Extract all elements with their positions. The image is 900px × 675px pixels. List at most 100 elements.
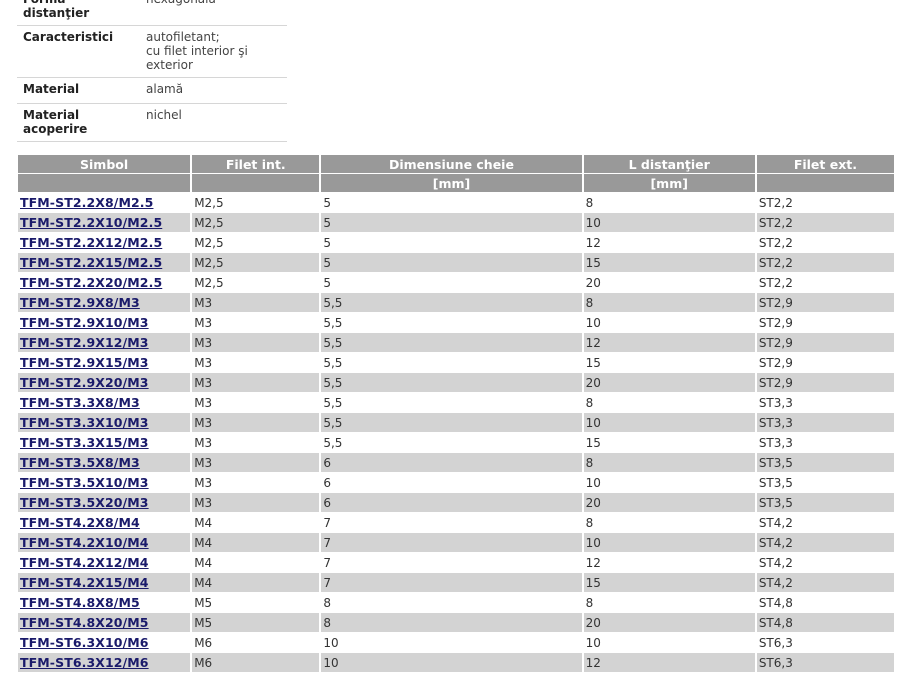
- cell-l-distantier: 12: [585, 555, 601, 570]
- cell-filet-ext: ST2,2: [756, 213, 894, 232]
- cell-simbol: TFM-ST2.9X10/M3: [18, 313, 190, 332]
- cell-simbol: TFM-ST2.9X15/M3: [18, 353, 190, 372]
- product-link[interactable]: TFM-ST2.9X10/M3: [20, 315, 149, 330]
- product-link[interactable]: TFM-ST2.9X8/M3: [20, 295, 140, 310]
- cell-dimensiune-cheie: 8: [323, 595, 331, 610]
- cell-filet-int: M3: [194, 315, 213, 330]
- property-row: Material alamă: [17, 77, 287, 104]
- cell-l-distantier: 8: [583, 293, 755, 312]
- cell-filet-int: M4: [192, 573, 320, 592]
- property-value: nichel: [140, 103, 287, 142]
- unit-filet-int: [192, 174, 320, 192]
- product-link[interactable]: TFM-ST2.9X12/M3: [20, 335, 149, 350]
- cell-filet-ext: ST2,9: [758, 315, 793, 330]
- table-row: TFM-ST3.3X8/M3 M3 5,5 8 ST3,3: [18, 393, 894, 412]
- product-link[interactable]: TFM-ST2.2X20/M2.5: [20, 275, 162, 290]
- cell-l-distantier: 15: [585, 435, 601, 450]
- unit-dimensiune-cheie: [mm]: [321, 174, 582, 192]
- product-link[interactable]: TFM-ST2.2X8/M2.5: [20, 195, 153, 210]
- cell-filet-int: M2,5: [192, 213, 320, 232]
- cell-simbol: TFM-ST4.2X12/M4: [18, 553, 190, 572]
- cell-filet-int: M3: [194, 475, 213, 490]
- cell-dimensiune-cheie: 6: [323, 475, 331, 490]
- product-link[interactable]: TFM-ST4.2X8/M4: [20, 515, 140, 530]
- header-simbol: Simbol: [18, 155, 191, 173]
- product-link[interactable]: TFM-ST3.5X20/M3: [20, 495, 149, 510]
- property-value-line: hexagonală: [146, 0, 281, 6]
- property-value: hexagonală: [140, 0, 287, 26]
- table-row: TFM-ST2.9X10/M3 M3 5,5 10 ST2,9: [18, 313, 894, 332]
- cell-dimensiune-cheie: 5: [323, 195, 331, 210]
- product-link[interactable]: TFM-ST2.2X10/M2.5: [20, 215, 162, 230]
- cell-filet-ext: ST4,8: [756, 613, 894, 632]
- cell-filet-ext: ST3,3: [758, 395, 793, 410]
- table-row: TFM-ST2.9X8/M3 M3 5,5 8 ST2,9: [18, 293, 894, 312]
- cell-simbol: TFM-ST3.3X10/M3: [18, 413, 191, 432]
- cell-simbol: TFM-ST4.2X10/M4: [18, 533, 191, 552]
- cell-l-distantier: 8: [583, 453, 755, 472]
- product-link[interactable]: TFM-ST4.8X20/M5: [20, 615, 149, 630]
- cell-filet-ext: ST2,9: [758, 355, 793, 370]
- cell-dimensiune-cheie: 5,5: [323, 435, 343, 450]
- cell-simbol: TFM-ST6.3X10/M6: [18, 633, 190, 652]
- product-link[interactable]: TFM-ST4.2X12/M4: [20, 555, 149, 570]
- property-row: Material acoperire nichel: [17, 103, 287, 142]
- product-link[interactable]: TFM-ST3.5X10/M3: [20, 475, 149, 490]
- cell-filet-int: M3: [192, 453, 320, 472]
- product-link[interactable]: TFM-ST6.3X12/M6: [20, 655, 149, 670]
- cell-filet-int: M3: [194, 395, 213, 410]
- product-link[interactable]: TFM-ST3.3X15/M3: [20, 435, 149, 450]
- cell-l-distantier: 12: [585, 235, 601, 250]
- product-link[interactable]: TFM-ST6.3X10/M6: [20, 635, 149, 650]
- cell-filet-ext: ST4,2: [756, 533, 894, 552]
- product-link[interactable]: TFM-ST4.2X10/M4: [20, 535, 149, 550]
- table-row: TFM-ST2.2X15/M2.5 M2,5 5 15 ST2,2: [18, 253, 894, 272]
- product-link[interactable]: TFM-ST2.2X15/M2.5: [20, 255, 162, 270]
- properties-table: Formă distanţier hexagonală Caracteristici…: [17, 0, 287, 142]
- table-row: TFM-ST2.9X15/M3 M3 5,5 15 ST2,9: [18, 353, 894, 372]
- table-row: TFM-ST3.5X20/M3 M3 6 20 ST3,5: [18, 493, 894, 512]
- table-row: TFM-ST4.2X8/M4 M4 7 8 ST4,2: [18, 513, 894, 532]
- cell-l-distantier: 8: [585, 515, 594, 530]
- cell-simbol: TFM-ST2.2X20/M2.5: [18, 273, 190, 292]
- cell-dimensiune-cheie: 5: [323, 275, 331, 290]
- product-link[interactable]: TFM-ST3.3X10/M3: [20, 415, 149, 430]
- product-link[interactable]: TFM-ST4.2X15/M4: [20, 575, 149, 590]
- cell-l-distantier: 8: [585, 195, 594, 210]
- header-l-distantier: L distanţier: [583, 155, 755, 173]
- table-header-row: Simbol Filet int. Dimensiune cheie L dis…: [18, 155, 894, 173]
- cell-filet-ext: ST4,2: [758, 555, 793, 570]
- product-link[interactable]: TFM-ST2.2X12/M2.5: [20, 235, 162, 250]
- product-link[interactable]: TFM-ST4.8X8/M5: [20, 595, 140, 610]
- cell-filet-int: M5: [192, 613, 320, 632]
- cell-filet-int: M3: [194, 435, 213, 450]
- cell-dimensiune-cheie: 5: [321, 213, 582, 232]
- cell-filet-ext: ST2,9: [756, 373, 894, 392]
- product-link[interactable]: TFM-ST2.9X20/M3: [20, 375, 149, 390]
- cell-simbol: TFM-ST4.8X20/M5: [18, 613, 191, 632]
- product-link[interactable]: TFM-ST3.3X8/M3: [20, 395, 140, 410]
- property-label: Formă distanţier: [17, 0, 140, 26]
- product-link[interactable]: TFM-ST3.5X8/M3: [20, 455, 140, 470]
- property-value-line: autofiletant;: [146, 30, 220, 44]
- cell-l-distantier: 10: [583, 413, 755, 432]
- cell-dimensiune-cheie: 7: [323, 515, 331, 530]
- cell-simbol: TFM-ST3.3X8/M3: [18, 393, 190, 412]
- cell-l-distantier: 10: [585, 635, 601, 650]
- cell-l-distantier: 15: [583, 573, 755, 592]
- header-filet-ext: Filet ext.: [756, 155, 894, 173]
- cell-l-distantier: 20: [583, 613, 755, 632]
- cell-l-distantier: 8: [585, 395, 594, 410]
- table-row: TFM-ST3.5X10/M3 M3 6 10 ST3,5: [18, 473, 894, 492]
- cell-simbol: TFM-ST3.5X10/M3: [18, 473, 190, 492]
- table-row: TFM-ST2.2X8/M2.5 M2,5 5 8 ST2,2: [18, 193, 894, 212]
- cell-simbol: TFM-ST2.9X20/M3: [18, 373, 191, 392]
- cell-filet-ext: ST3,5: [756, 453, 894, 472]
- table-row: TFM-ST6.3X10/M6 M6 10 10 ST6,3: [18, 633, 894, 652]
- cell-l-distantier: 8: [585, 595, 594, 610]
- cell-filet-int: M2,5: [194, 235, 224, 250]
- cell-simbol: TFM-ST3.5X20/M3: [18, 493, 191, 512]
- product-link[interactable]: TFM-ST2.9X15/M3: [20, 355, 149, 370]
- cell-filet-int: M6: [194, 635, 213, 650]
- cell-dimensiune-cheie: 7: [321, 533, 582, 552]
